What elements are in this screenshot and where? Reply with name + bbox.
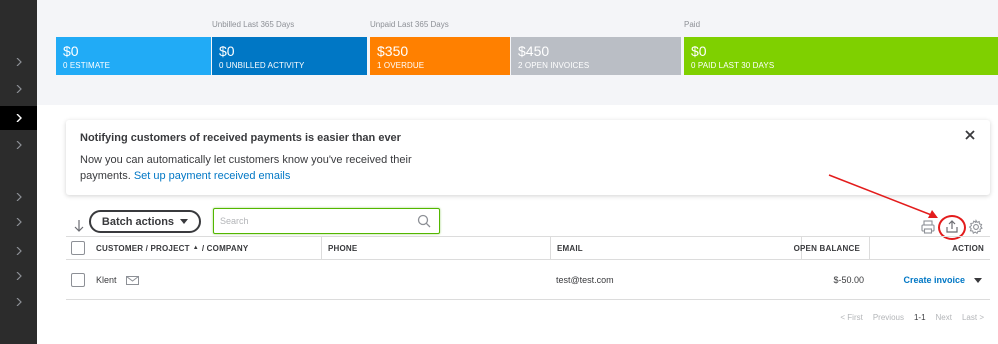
column-header-action: ACTION [952, 243, 984, 253]
column-header-customer[interactable]: CUSTOMER / PROJECT ▲ / COMPANY [90, 237, 254, 259]
tile-amount: $0 [691, 43, 707, 59]
caret-down-icon [180, 219, 189, 224]
column-header-email[interactable]: EMAIL [551, 237, 589, 259]
estimate-tile[interactable]: $0 0 ESTIMATE [56, 37, 211, 75]
nav-expand-icon[interactable] [0, 212, 37, 232]
email-icon[interactable] [126, 276, 139, 285]
tile-amount: $0 [63, 43, 79, 59]
pager-last[interactable]: Last > [962, 313, 984, 322]
caret-down-icon[interactable] [974, 277, 982, 283]
search-icon[interactable] [417, 214, 431, 228]
tile-label: 1 OVERDUE [377, 61, 425, 70]
open-invoices-tile[interactable]: $450 2 OPEN INVOICES [511, 37, 681, 75]
customer-email: test@test.com [556, 275, 614, 285]
tile-label: 0 UNBILLED ACTIVITY [219, 61, 305, 70]
batch-actions-label: Batch actions [101, 215, 175, 228]
search-field[interactable] [213, 208, 440, 234]
nav-expand-icon[interactable] [0, 292, 37, 312]
notification-banner: Notifying customers of received payments… [66, 120, 990, 195]
pager-previous[interactable]: Previous [873, 313, 904, 322]
nav-expand-icon[interactable] [0, 187, 37, 207]
row-checkbox[interactable] [71, 273, 85, 287]
paid-group-label: Paid [684, 20, 701, 29]
unbilled-group-label: Unbilled Last 365 Days [212, 20, 295, 29]
nav-expand-icon[interactable] [0, 52, 37, 72]
nav-expand-icon[interactable] [0, 135, 37, 155]
customer-header-label: CUSTOMER / PROJECT [96, 243, 190, 253]
unbilled-activity-tile[interactable]: $0 0 UNBILLED ACTIVITY [212, 37, 367, 75]
setup-payment-emails-link[interactable]: Set up payment received emails [134, 170, 291, 182]
sort-icon[interactable] [73, 219, 85, 233]
settings-icon[interactable] [968, 219, 984, 235]
table-row[interactable]: Klent test@test.com $-50.00 Create invoi… [66, 261, 990, 300]
notification-title: Notifying customers of received payments… [80, 132, 401, 144]
notification-body: Now you can automatically let customers … [80, 152, 430, 184]
paid-tile[interactable]: $0 0 PAID LAST 30 DAYS [684, 37, 998, 75]
select-all-checkbox[interactable] [71, 241, 85, 255]
pager-next[interactable]: Next [936, 313, 952, 322]
sort-asc-icon: ▲ [192, 245, 199, 251]
pagination: < First Previous 1-1 Next Last > [840, 313, 984, 322]
row-action[interactable]: Create invoice [903, 261, 982, 299]
money-bar: Unbilled Last 365 Days Unpaid Last 365 D… [56, 0, 998, 80]
tile-amount: $450 [518, 43, 550, 59]
create-invoice-link[interactable]: Create invoice [903, 275, 965, 285]
tile-amount: $350 [377, 43, 409, 59]
tile-label: 0 ESTIMATE [63, 61, 111, 70]
search-input[interactable] [220, 210, 410, 232]
print-icon[interactable] [920, 219, 936, 235]
column-header-balance[interactable]: OPEN BALANCE [788, 237, 866, 259]
open-balance: $-50.00 [833, 275, 864, 285]
close-icon[interactable] [964, 129, 976, 141]
nav-expand-icon[interactable] [0, 266, 37, 286]
batch-actions-button[interactable]: Batch actions [89, 210, 201, 233]
left-nav [0, 0, 37, 344]
customer-name[interactable]: Klent [96, 261, 117, 299]
tile-label: 2 OPEN INVOICES [518, 61, 590, 70]
column-header-phone[interactable]: PHONE [322, 237, 363, 259]
pager-first[interactable]: < First [840, 313, 862, 322]
pager-range: 1-1 [913, 313, 926, 322]
table-header: CUSTOMER / PROJECT ▲ / COMPANY PHONE EMA… [66, 236, 990, 260]
overdue-tile[interactable]: $350 1 OVERDUE [370, 37, 510, 75]
column-divider [869, 237, 870, 259]
nav-expand-icon[interactable] [0, 79, 37, 99]
nav-expand-icon-active[interactable] [0, 108, 37, 128]
tile-amount: $0 [219, 43, 235, 59]
tile-label: 0 PAID LAST 30 DAYS [691, 61, 775, 70]
company-header-label: / COMPANY [201, 243, 249, 253]
nav-expand-icon[interactable] [0, 241, 37, 261]
unpaid-group-label: Unpaid Last 365 Days [370, 20, 449, 29]
